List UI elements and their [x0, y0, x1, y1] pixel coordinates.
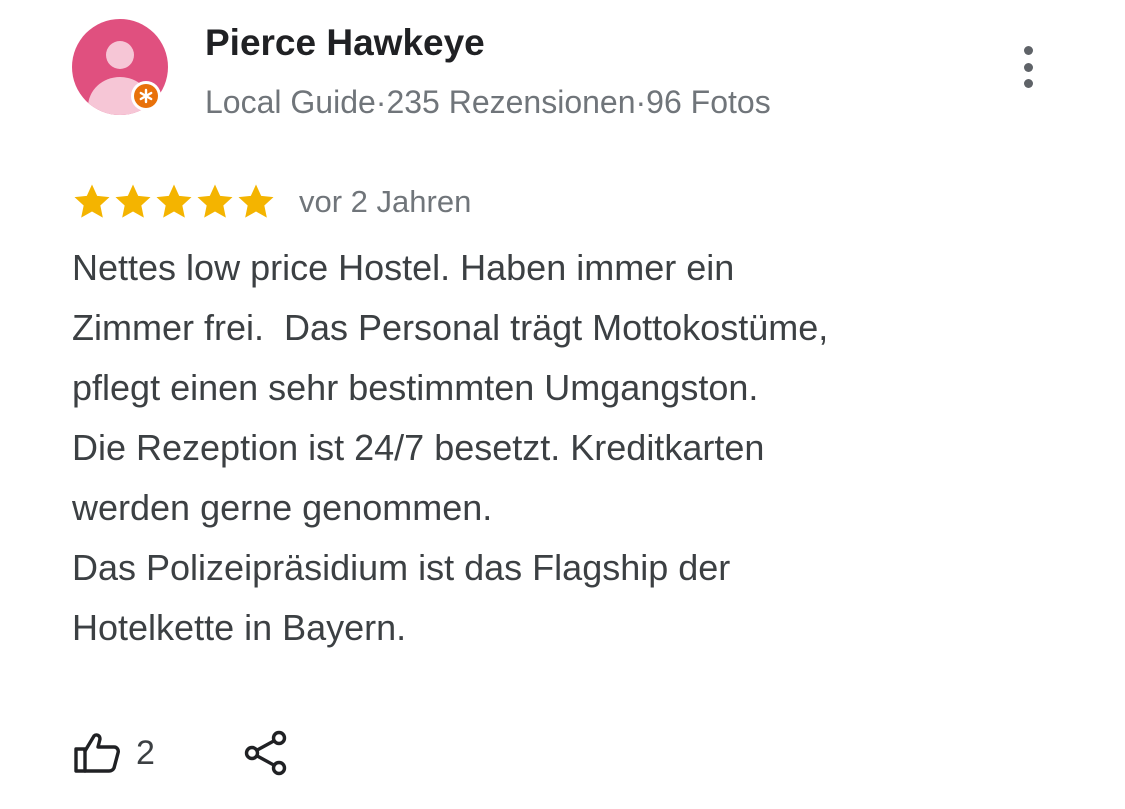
local-guide-badge-icon	[131, 81, 161, 111]
photo-count: 96 Fotos	[646, 84, 771, 120]
review-count: 235 Rezensionen	[386, 84, 636, 120]
local-guide-label: Local Guide	[205, 84, 376, 120]
meta-separator: ·	[635, 84, 647, 120]
star-icon	[74, 184, 110, 218]
review-text-line: pflegt einen sehr bestimmten Umgangston.	[72, 367, 759, 408]
review-text-line: Nettes low price Hostel. Haben immer ein	[72, 247, 735, 288]
reviewer-meta: Local Guide·235 Rezensionen·96 Fotos	[205, 84, 771, 121]
review-text-line: Zimmer frei. Das Personal trägt Mottokos…	[72, 307, 829, 348]
more-vert-dot	[1023, 62, 1033, 72]
like-button[interactable]: 2	[72, 731, 158, 775]
thumbs-up-icon	[74, 733, 120, 773]
more-vert-dot	[1023, 79, 1033, 88]
review-text-line: Das Polizeipräsidium ist das Flagship de…	[72, 547, 731, 588]
share-button[interactable]	[243, 729, 289, 777]
asterisk-star-icon	[139, 88, 153, 104]
avatar-head-shape	[106, 41, 134, 69]
star-icon	[156, 184, 192, 218]
star-icon	[115, 184, 151, 218]
more-vert-icon	[1023, 46, 1033, 55]
review-date: vor 2 Jahren	[299, 184, 472, 219]
meta-separator: ·	[375, 84, 387, 120]
star-icon	[238, 184, 274, 218]
review-text-line: Die Rezeption ist 24/7 besetzt. Kreditka…	[72, 427, 765, 468]
like-count: 2	[136, 733, 155, 772]
star-icon	[197, 184, 233, 218]
review-text: Nettes low price Hostel. Haben immer ein…	[72, 238, 1032, 658]
share-icon	[244, 730, 287, 776]
action-bar: 2	[72, 726, 289, 780]
review-text-line: werden gerne genommen.	[72, 487, 493, 528]
rating-row: vor 2 Jahren	[72, 182, 471, 222]
more-options-button[interactable]	[1008, 42, 1048, 92]
review-text-line: Hotelkette in Bayern.	[72, 607, 407, 648]
star-rating	[72, 182, 277, 222]
reviewer-name[interactable]: Pierce Hawkeye	[205, 22, 485, 64]
